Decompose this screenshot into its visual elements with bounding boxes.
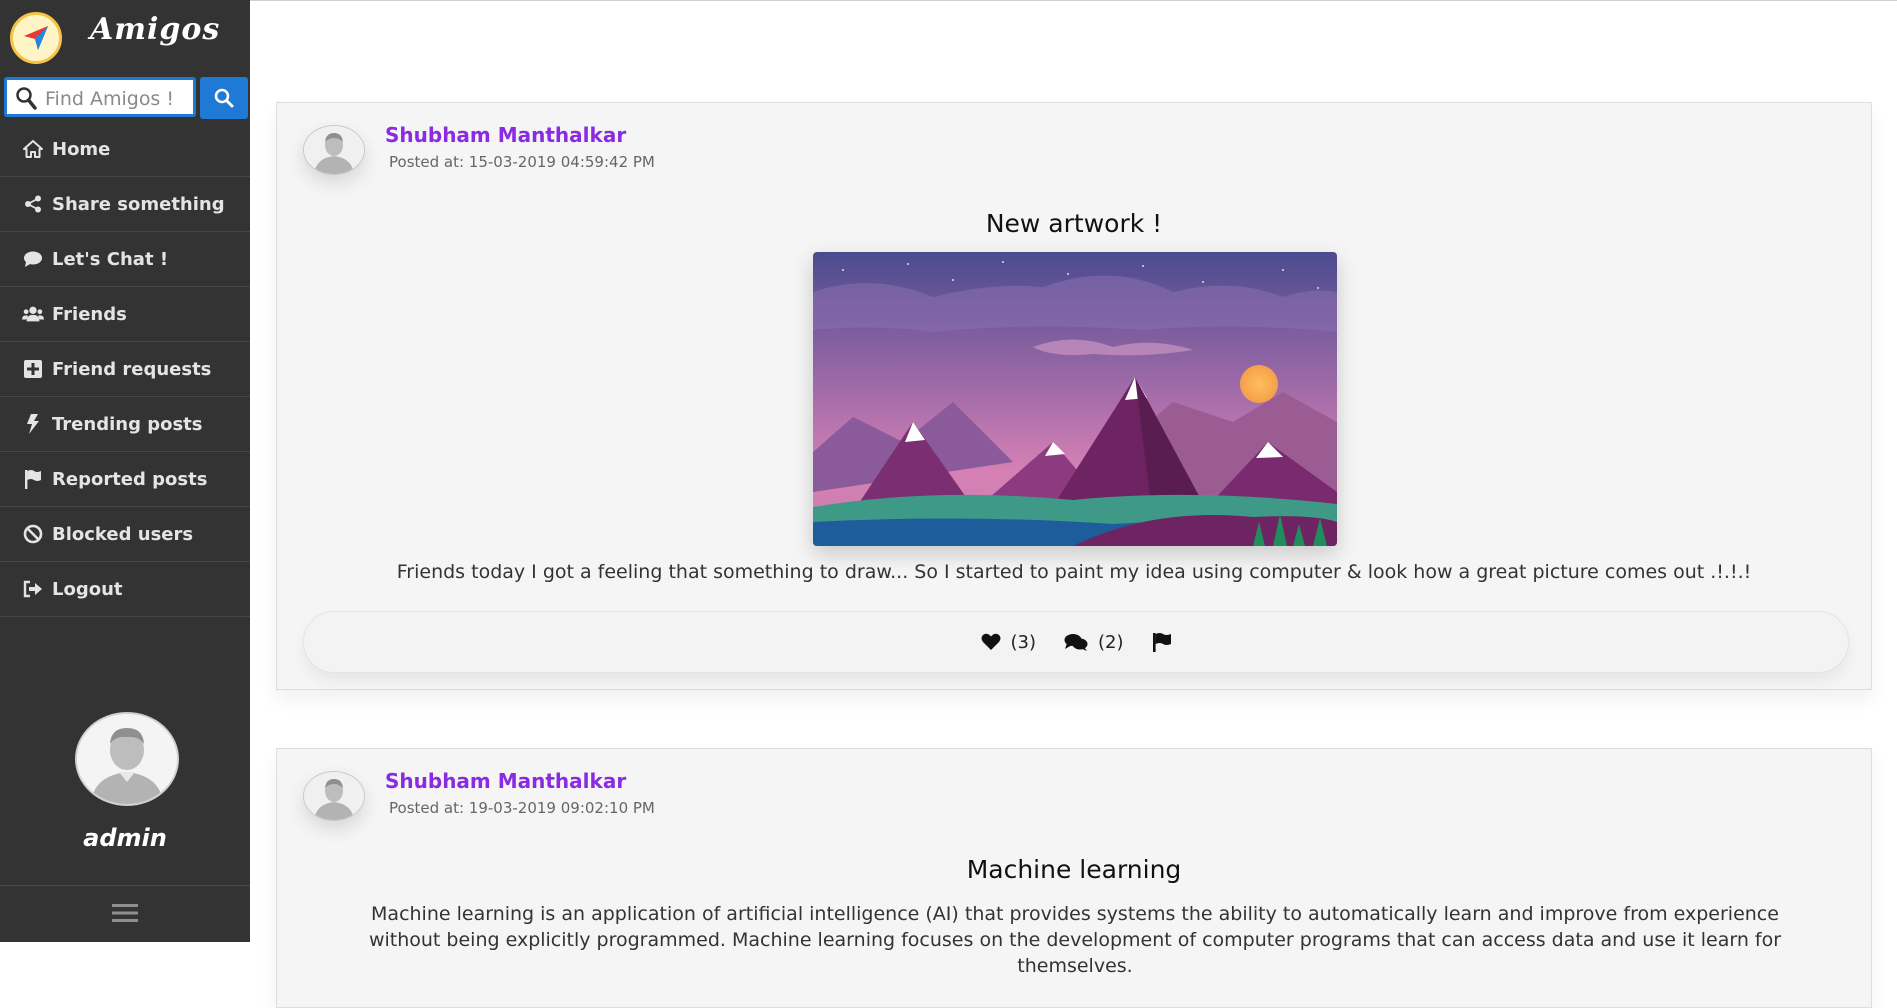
sidebar-item-label: Home [52,138,111,160]
sidebar-item-label: Friend requests [52,358,212,380]
post-author-avatar[interactable] [303,771,365,821]
sidebar-item-reported[interactable]: Reported posts [0,452,250,507]
sidebar: Amigos Home Share some [0,0,250,942]
sidebar-item-label: Logout [52,578,123,600]
logo-icon [10,12,62,64]
hamburger-menu-icon[interactable] [112,902,138,928]
report-button[interactable] [1152,632,1172,652]
share-icon [22,193,44,215]
flag-icon [1152,633,1171,652]
post-author[interactable]: Shubham Manthalkar [385,123,626,147]
post-timestamp: Posted at: 19-03-2019 09:02:10 PM [389,799,655,817]
sidebar-item-home[interactable]: Home [0,122,250,177]
sign-out-icon [22,578,44,600]
comments-icon [1064,634,1088,651]
search-icon [214,88,234,108]
comment-button[interactable]: (2) [1064,632,1124,653]
post-author-avatar[interactable] [303,125,365,175]
brand-name: Amigos [90,12,221,47]
post-title: Machine learning [966,855,1182,884]
sidebar-item-logout[interactable]: Logout [0,562,250,617]
bolt-icon [22,413,44,435]
sidebar-item-chat[interactable]: Let's Chat ! [0,232,250,287]
like-count: (3) [1010,631,1037,653]
post-body: Friends today I got a feeling that somet… [396,561,1752,583]
avatar[interactable] [75,712,179,806]
sidebar-item-blocked[interactable]: Blocked users [0,507,250,562]
sidebar-item-label: Reported posts [52,468,208,490]
magnifier-icon [16,87,37,110]
post-card: Shubham Manthalkar Posted at: 15-03-2019… [276,102,1872,690]
home-icon [22,138,44,160]
search-button[interactable] [200,77,248,119]
post-image[interactable] [813,252,1337,546]
top-border [250,0,1897,1]
post-author[interactable]: Shubham Manthalkar [385,769,626,793]
search-bar [4,77,248,121]
brand[interactable]: Amigos [8,8,248,68]
sidebar-item-label: Trending posts [52,413,203,435]
ban-icon [22,523,44,545]
sidebar-menu: Home Share something Let's Chat ! Friend… [0,122,250,617]
username: admin [83,824,167,852]
sidebar-divider [0,885,250,886]
post-title: New artwork ! [985,209,1163,238]
search-field [4,77,197,117]
sidebar-item-trending[interactable]: Trending posts [0,397,250,452]
sidebar-item-label: Blocked users [52,523,194,545]
sidebar-item-share[interactable]: Share something [0,177,250,232]
sidebar-item-friends[interactable]: Friends [0,287,250,342]
heart-icon [981,633,1000,650]
post-card: Shubham Manthalkar Posted at: 19-03-2019… [276,748,1872,1008]
post-actions: (3) (2) [303,611,1849,673]
chat-icon [22,248,44,270]
sidebar-item-label: Friends [52,303,127,325]
like-button[interactable]: (3) [981,631,1037,653]
sidebar-item-friend-requests[interactable]: Friend requests [0,342,250,397]
users-icon [22,303,44,325]
sidebar-item-label: Share something [52,193,225,215]
post-body: Machine learning is an application of ar… [368,903,1782,977]
comment-count: (2) [1098,631,1124,653]
plus-square-icon [22,358,44,380]
sidebar-item-label: Let's Chat ! [52,248,169,270]
flag-icon [22,468,44,490]
post-timestamp: Posted at: 15-03-2019 04:59:42 PM [389,153,655,171]
search-input[interactable] [43,84,197,114]
